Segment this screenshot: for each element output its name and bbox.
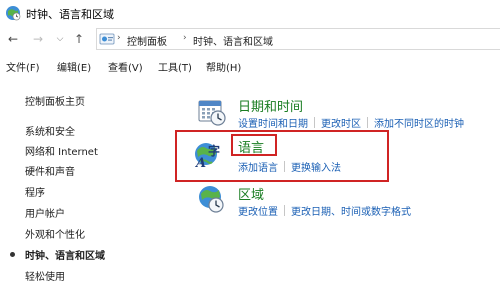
breadcrumb-control-panel[interactable]: 控制面板 bbox=[127, 33, 167, 48]
globe-clock-icon[interactable] bbox=[196, 184, 226, 214]
sidebar-item-home[interactable]: 控制面板主页 bbox=[25, 93, 85, 108]
breadcrumb-separator-icon[interactable]: › bbox=[183, 33, 187, 43]
link-change-location[interactable]: 更改位置 bbox=[238, 203, 278, 218]
title-bar: 时钟、语言和区域 bbox=[0, 0, 500, 26]
highlight-box-language-title bbox=[231, 134, 277, 156]
category-title-region[interactable]: 区域 bbox=[238, 184, 264, 203]
sidebar-item-clock-language-region: 时钟、语言和区域 bbox=[25, 251, 105, 262]
sidebar-item-user-accounts[interactable]: 用户帐户 bbox=[25, 205, 65, 220]
sidebar-item-ease-of-access[interactable]: 轻松使用 bbox=[25, 268, 65, 283]
link-divider bbox=[367, 117, 368, 128]
highlight-box-language-section bbox=[175, 130, 389, 182]
sidebar-item-appearance[interactable]: 外观和个性化 bbox=[25, 226, 85, 241]
back-arrow-icon[interactable]: ← bbox=[5, 31, 21, 47]
link-divider bbox=[284, 205, 285, 216]
sidebar-item-system-security[interactable]: 系统和安全 bbox=[25, 123, 75, 138]
breadcrumb-separator-icon[interactable]: › bbox=[117, 33, 121, 43]
region-links: 更改位置 更改日期、时间或数字格式 bbox=[238, 203, 411, 218]
date-time-links: 设置时间和日期 更改时区 添加不同时区的时钟 bbox=[238, 115, 464, 130]
menu-file[interactable]: 文件(F) bbox=[6, 59, 40, 74]
calendar-clock-icon[interactable] bbox=[197, 97, 227, 127]
link-add-clocks[interactable]: 添加不同时区的时钟 bbox=[374, 115, 464, 130]
window-title: 时钟、语言和区域 bbox=[26, 8, 114, 21]
sidebar-item-network-internet[interactable]: 网络和 Internet bbox=[25, 143, 98, 158]
navigation-bar: ← → ⌵ ↑ › 控制面板 › 时钟、语言和区域 bbox=[0, 28, 500, 50]
link-set-time-date[interactable]: 设置时间和日期 bbox=[238, 115, 308, 130]
sidebar-item-programs[interactable]: 程序 bbox=[25, 184, 45, 199]
clock-language-region-icon bbox=[6, 6, 21, 21]
forward-arrow-icon[interactable]: → bbox=[30, 31, 46, 47]
sidebar-item-hardware-sound[interactable]: 硬件和声音 bbox=[25, 163, 75, 178]
menu-help[interactable]: 帮助(H) bbox=[206, 59, 241, 74]
link-change-date-time-number-format[interactable]: 更改日期、时间或数字格式 bbox=[291, 203, 411, 218]
up-arrow-icon[interactable]: ↑ bbox=[71, 31, 87, 47]
breadcrumb-clock-language-region[interactable]: 时钟、语言和区域 bbox=[193, 33, 273, 48]
recent-locations-chevron-icon[interactable]: ⌵ bbox=[52, 31, 68, 47]
menu-view[interactable]: 查看(V) bbox=[108, 59, 143, 74]
category-title-date-time[interactable]: 日期和时间 bbox=[238, 96, 303, 115]
link-change-time-zone[interactable]: 更改时区 bbox=[321, 115, 361, 130]
link-divider bbox=[314, 117, 315, 128]
address-bar[interactable]: › 控制面板 › 时钟、语言和区域 bbox=[96, 28, 500, 50]
menu-tools[interactable]: 工具(T) bbox=[158, 59, 192, 74]
current-item-bullet-icon bbox=[10, 252, 15, 257]
menu-edit[interactable]: 编辑(E) bbox=[57, 59, 91, 74]
control-panel-icon bbox=[99, 33, 115, 45]
